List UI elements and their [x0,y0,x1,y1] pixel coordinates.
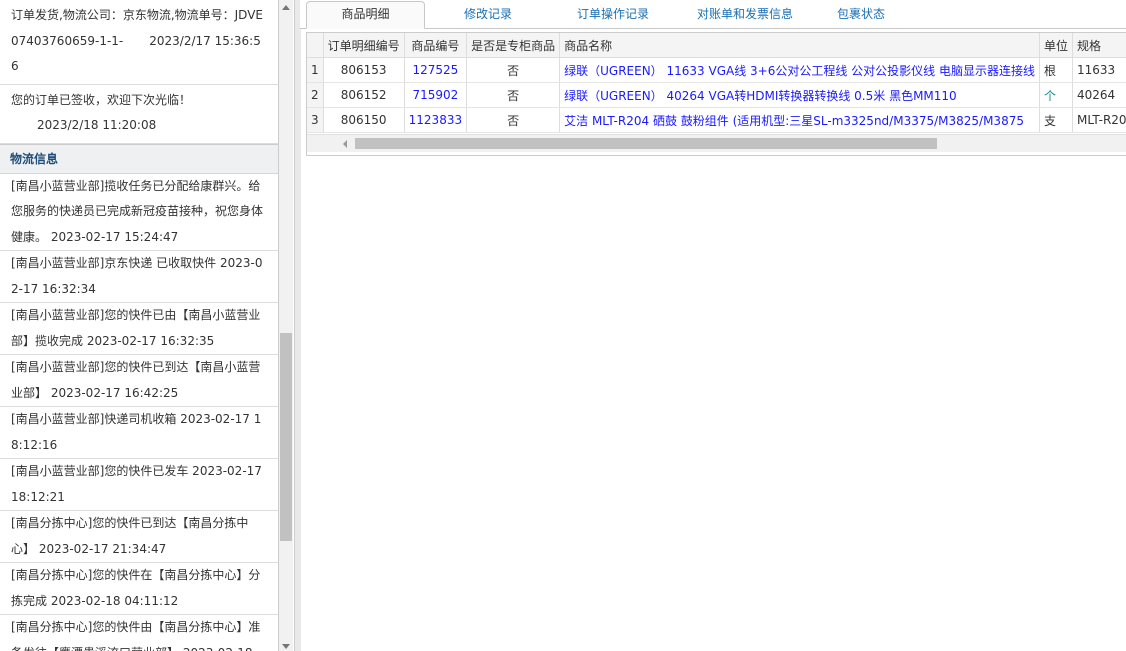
product-name-link[interactable]: 绿联（UGREEN） 40264 VGA转HDMI转换器转换线 0.5米 黑色M… [559,82,1040,108]
column-header-counter[interactable]: 是否是专柜商品 [466,33,561,58]
counter-cell: 否 [466,82,561,108]
counter-cell: 否 [466,57,561,83]
tracking-item: [南昌小蓝营业部]您的快件已到达【南昌小蓝营业部】 2023-02-17 16:… [0,355,278,407]
order-log-item: 您的订单已签收，欢迎下次光临！ 2023/2/18 11:20:08 [0,85,278,144]
tracking-item: [南昌小蓝营业部]揽收任务已分配给康群兴。给您服务的快递员已完成新冠疫苗接种，祝… [0,174,278,251]
detail-id-cell: 806150 [323,107,405,133]
product-name-link[interactable]: 艾洁 MLT-R204 硒鼓 鼓粉组件 (适用机型:三星SL-m3325nd/M… [559,107,1040,133]
logistics-header: 物流信息 [0,143,278,174]
row-number: 3 [307,107,324,133]
order-log-item: 订单发货,物流公司：京东物流,物流单号：JDVE07403760659-1-1-… [0,0,278,85]
counter-cell: 否 [466,107,561,133]
column-header-spec[interactable]: 规格 [1072,33,1126,58]
order-log-text: 您的订单已签收，欢迎下次光临！ [11,92,192,107]
unit-cell: 支 [1039,107,1074,133]
tab-order-operation-records[interactable]: 订单操作记录 [562,2,664,27]
tab-package-status[interactable]: 包裹状态 [826,2,896,27]
tracking-item: [南昌分拣中心]您的快件在【南昌分拣中心】分拣完成 2023-02-18 04:… [0,563,278,615]
spec-cell: 40264 [1072,82,1126,108]
row-number-header [307,33,324,58]
column-header-product-id[interactable]: 商品编号 [404,33,468,58]
tab-product-details[interactable]: 商品明细 [306,1,425,29]
scroll-up-icon[interactable] [282,5,290,10]
detail-id-cell: 806152 [323,82,405,108]
row-number: 2 [307,82,324,108]
scrollbar-thumb[interactable] [280,333,292,541]
scroll-down-icon[interactable] [282,644,290,649]
table-row[interactable]: 1 806153 127525 否 绿联（UGREEN） 11633 VGA线 … [307,57,1126,83]
spec-cell: 11633 [1072,57,1126,83]
table-row[interactable]: 2 806152 715902 否 绿联（UGREEN） 40264 VGA转H… [307,82,1126,108]
spec-cell: MLT-R204 [1072,107,1126,133]
product-detail-grid: 订单明细编号 商品编号 是否是专柜商品 商品名称 单位 规格 数量 1 8061… [306,32,1126,156]
product-name-link[interactable]: 绿联（UGREEN） 11633 VGA线 3+6公对公工程线 公对公投影仪线 … [559,57,1040,83]
product-id-link[interactable]: 715902 [404,82,468,108]
right-panel: 商品明细 修改记录 订单操作记录 对账单和发票信息 包裹状态 订单明细编号 商品… [300,0,1126,651]
unit-cell: 个 [1039,82,1074,108]
row-number: 1 [307,57,324,83]
left-panel: 订单发货,物流公司：京东物流,物流单号：JDVE07403760659-1-1-… [0,0,279,651]
tracking-item: [南昌分拣中心]您的快件由【南昌分拣中心】准备发往【鹰潭贵溪流口营业部】 202… [0,615,278,651]
unit-cell: 根 [1039,57,1074,83]
horizontal-scrollbar[interactable] [307,134,1126,152]
column-header-product-name[interactable]: 商品名称 [559,33,1040,58]
tab-bar: 商品明细 修改记录 订单操作记录 对账单和发票信息 包裹状态 [300,0,1126,29]
tracking-item: [南昌分拣中心]您的快件已到达【南昌分拣中心】 2023-02-17 21:34… [0,511,278,563]
tracking-item: [南昌小蓝营业部]您的快件已发车 2023-02-17 18:12:21 [0,459,278,511]
product-id-link[interactable]: 1123833 [404,107,468,133]
detail-id-cell: 806153 [323,57,405,83]
table-header-row: 订单明细编号 商品编号 是否是专柜商品 商品名称 单位 规格 数量 [307,33,1126,58]
order-log-time: 2023/2/18 11:20:08 [37,118,157,132]
tracking-item: [南昌小蓝营业部]您的快件已由【南昌小蓝营业部】揽收完成 2023-02-17 … [0,303,278,355]
horizontal-scrollbar-thumb[interactable] [355,138,937,149]
tracking-item: [南昌小蓝营业部]快递司机收箱 2023-02-17 18:12:16 [0,407,278,459]
tab-statement-invoice[interactable]: 对账单和发票信息 [680,2,810,27]
left-scrollbar[interactable] [279,0,293,651]
table-row[interactable]: 3 806150 1123833 否 艾洁 MLT-R204 硒鼓 鼓粉组件 (… [307,107,1126,133]
tab-modify-records[interactable]: 修改记录 [440,2,536,27]
scroll-left-icon[interactable] [343,140,347,148]
column-header-unit[interactable]: 单位 [1039,33,1074,58]
tracking-item: [南昌小蓝营业部]京东快递 已收取快件 2023-02-17 16:32:34 [0,251,278,303]
column-header-detail-id[interactable]: 订单明细编号 [323,33,405,58]
product-table: 订单明细编号 商品编号 是否是专柜商品 商品名称 单位 规格 数量 1 8061… [307,33,1126,133]
product-id-link[interactable]: 127525 [404,57,468,83]
